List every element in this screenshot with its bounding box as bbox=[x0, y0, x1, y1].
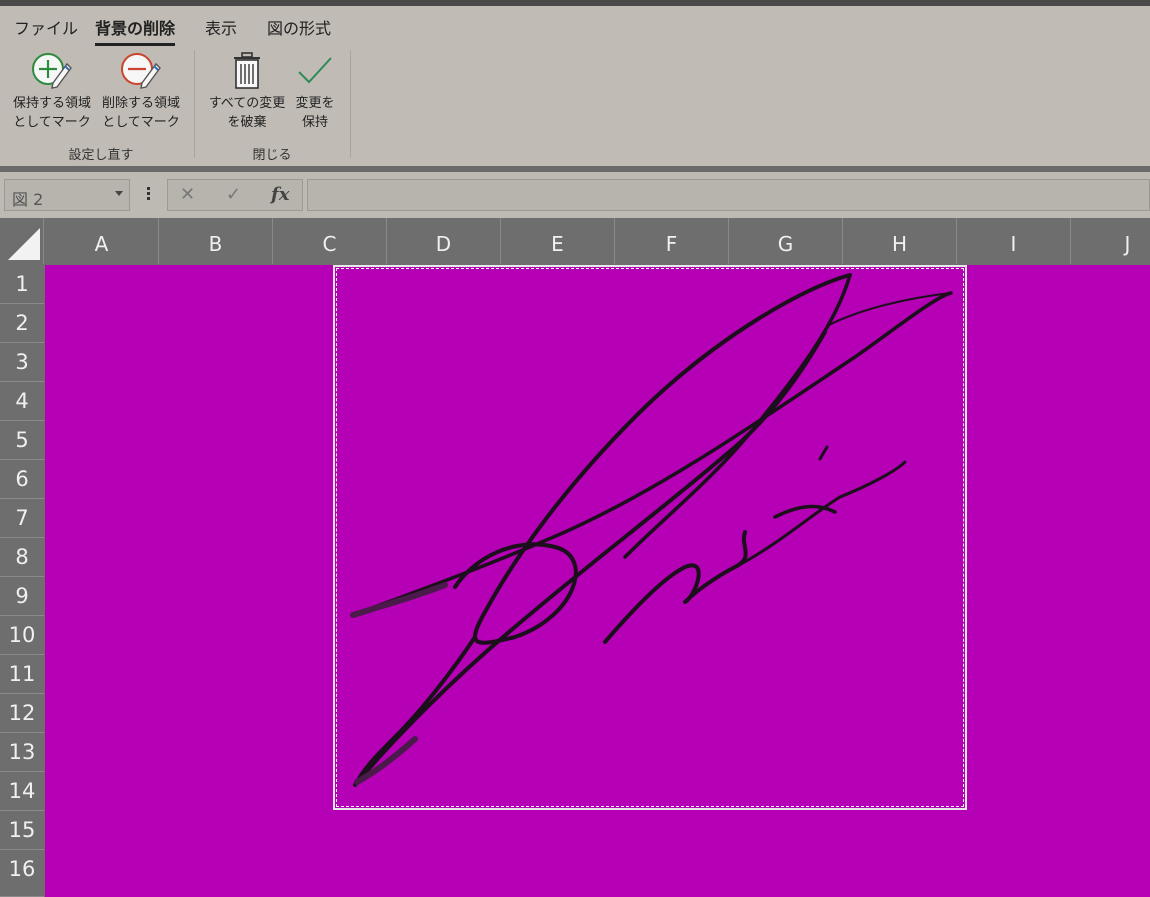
row-header[interactable]: 8 bbox=[0, 538, 44, 577]
ribbon: 保持する領域 としてマーク 削除する領域 としてマーク 設定し直す すべての変更… bbox=[0, 44, 1150, 166]
tab-background-removal[interactable]: 背景の削除 bbox=[95, 15, 176, 46]
chevron-down-icon[interactable] bbox=[115, 191, 123, 196]
enter-icon[interactable]: ✓ bbox=[226, 184, 241, 205]
column-header[interactable]: I bbox=[957, 218, 1071, 264]
mark-keep-icon bbox=[32, 53, 72, 89]
row-header[interactable]: 7 bbox=[0, 499, 44, 538]
group-label-refine: 設定し直す bbox=[68, 148, 134, 163]
name-box-value: 図 2 bbox=[12, 190, 44, 209]
column-header[interactable]: E bbox=[501, 218, 615, 264]
column-header[interactable]: C bbox=[273, 218, 387, 264]
mark-remove-icon bbox=[121, 53, 161, 89]
column-header[interactable]: D bbox=[387, 218, 501, 264]
discard-all-label: すべての変更 を破棄 bbox=[208, 96, 286, 130]
row-header[interactable]: 10 bbox=[0, 616, 44, 655]
tab-picture-format[interactable]: 図の形式 bbox=[267, 15, 331, 39]
discard-all-changes-button[interactable]: すべての変更 を破棄 bbox=[202, 44, 292, 140]
row-header[interactable]: 3 bbox=[0, 343, 44, 382]
column-header[interactable]: A bbox=[45, 218, 159, 264]
row-header[interactable]: 12 bbox=[0, 694, 44, 733]
row-header[interactable]: 15 bbox=[0, 811, 44, 850]
row-header[interactable]: 9 bbox=[0, 577, 44, 616]
signature-strokes bbox=[350, 273, 953, 787]
row-header[interactable]: 14 bbox=[0, 772, 44, 811]
row-header[interactable]: 11 bbox=[0, 655, 44, 694]
signature-picture[interactable] bbox=[333, 265, 967, 810]
cancel-icon[interactable]: ✕ bbox=[180, 184, 195, 205]
row-header[interactable]: 6 bbox=[0, 460, 44, 499]
formula-input[interactable] bbox=[307, 179, 1150, 211]
group-label-close: 閉じる bbox=[252, 148, 292, 163]
row-header[interactable]: 5 bbox=[0, 421, 44, 460]
trash-icon bbox=[234, 52, 260, 89]
keep-changes-label: 変更を 保持 bbox=[295, 96, 335, 130]
row-header[interactable]: 13 bbox=[0, 733, 44, 772]
row-header[interactable]: 2 bbox=[0, 304, 44, 343]
tab-file[interactable]: ファイル bbox=[14, 15, 78, 39]
mark-areas-to-remove-button[interactable]: 削除する領域 としてマーク bbox=[96, 44, 186, 140]
checkmark-icon bbox=[298, 57, 332, 84]
ribbon-tab-bar: ファイル 背景の削除 表示 図の形式 bbox=[0, 6, 1150, 46]
column-header[interactable]: H bbox=[843, 218, 957, 264]
formula-buttons: ✕ ✓ fx bbox=[167, 179, 303, 211]
row-header[interactable]: 4 bbox=[0, 382, 44, 421]
more-options-icon[interactable] bbox=[145, 185, 151, 205]
row-header[interactable]: 1 bbox=[0, 265, 44, 304]
insert-function-icon[interactable]: fx bbox=[271, 184, 289, 205]
keep-changes-button[interactable]: 変更を 保持 bbox=[292, 44, 338, 140]
column-header[interactable]: B bbox=[159, 218, 273, 264]
group-separator bbox=[194, 50, 195, 158]
column-header[interactable]: F bbox=[615, 218, 729, 264]
formula-bar: 図 2 ✕ ✓ fx bbox=[0, 172, 1150, 218]
select-all-button[interactable] bbox=[0, 218, 44, 264]
column-header[interactable]: J bbox=[1071, 218, 1150, 264]
group-separator bbox=[350, 50, 351, 158]
row-header[interactable]: 16 bbox=[0, 850, 44, 897]
tab-view[interactable]: 表示 bbox=[205, 15, 237, 39]
mark-remove-label: 削除する領域 としてマーク bbox=[101, 96, 180, 130]
column-header[interactable]: G bbox=[729, 218, 843, 264]
name-box[interactable]: 図 2 bbox=[4, 179, 130, 211]
mark-areas-to-keep-button[interactable]: 保持する領域 としてマーク bbox=[8, 44, 96, 140]
mark-keep-label: 保持する領域 としてマーク bbox=[12, 96, 91, 130]
